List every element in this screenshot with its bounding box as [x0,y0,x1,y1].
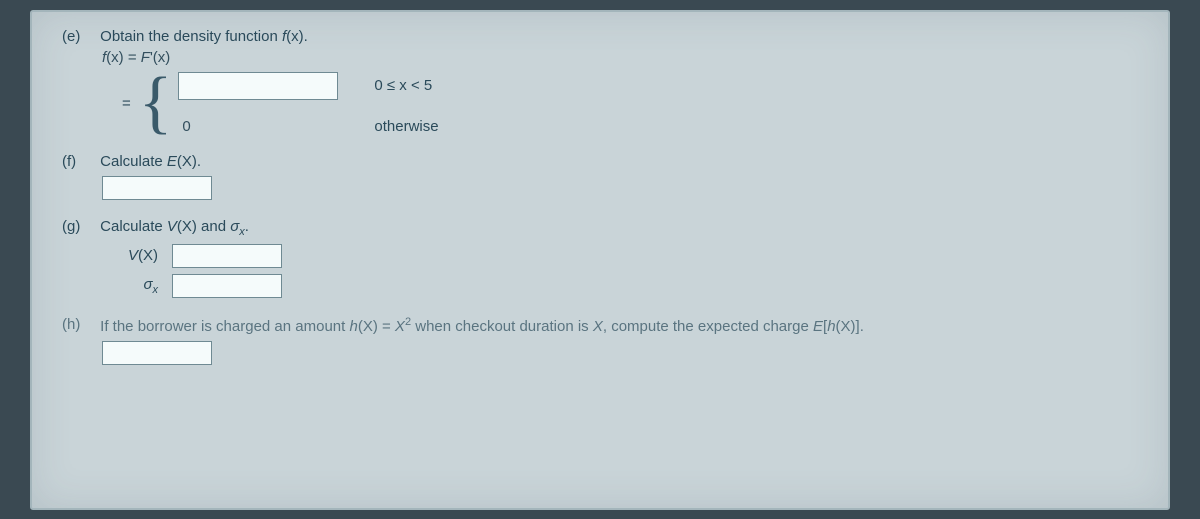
case-2: 0 otherwise [178,118,438,135]
t3: , compute the expected charge [603,318,813,335]
case2-condition: otherwise [374,118,438,135]
density-case1-input[interactable] [178,72,338,100]
part-e: (e) Obtain the density function f(x). f(… [62,28,1138,135]
text: Calculate [100,153,167,170]
text: Obtain the density function [100,28,282,45]
part-h: (h) If the borrower is charged an amount… [62,316,1138,365]
period: . [245,218,249,235]
h-fn: h [349,318,357,335]
sigmax-label: σx [102,276,172,296]
Xvar: X [593,318,603,335]
sigmax-input[interactable] [172,274,282,298]
t2: when checkout duration is [411,318,593,335]
part-e-equation: f(x) = F'(x) [102,49,1138,66]
v-arg: (X) [138,247,158,264]
case-1: 0 ≤ x < 5 [178,72,438,100]
fn-arg: (X). [177,153,201,170]
left-brace-icon: { [139,73,173,133]
t1: If the borrower is charged an amount [100,318,349,335]
ex-input[interactable] [102,176,212,200]
rhs-F: F [141,49,150,66]
equals-sign: = [122,95,131,112]
rhs-arg: '(x) [150,49,170,66]
part-f-label: (f) [62,153,96,170]
text: Calculate [100,218,167,235]
part-e-label: (e) [62,28,96,45]
sigmax-row: σx [102,274,1138,298]
part-f: (f) Calculate E(X). [62,153,1138,200]
worksheet-panel: (e) Obtain the density function f(x). f(… [30,10,1170,510]
piecewise-block: = { 0 ≤ x < 5 0 otherwise [122,72,1138,135]
ehx-input[interactable] [102,341,212,365]
v: V [128,247,138,264]
vx-label: V(X) [102,247,172,264]
sigma2-sub: x [153,284,159,296]
br_close: ]. [856,318,864,335]
sigma: σ [230,218,239,235]
part-f-answer-row [102,176,1138,200]
case2-value: 0 [178,118,338,135]
part-g-prompt: Calculate V(X) and σx. [100,218,249,238]
lhs-arg: (x) = [106,49,141,66]
E: E [813,318,823,335]
h2-arg: (X) [836,318,856,335]
part-e-prompt: Obtain the density function f(x). [100,28,308,45]
vx-input[interactable] [172,244,282,268]
h2: h [827,318,835,335]
vx-text: (X) and [177,218,230,235]
h-arg: (X) = [358,318,395,335]
part-f-prompt: Calculate E(X). [100,153,201,170]
case1-condition: 0 ≤ x < 5 [374,77,432,94]
cases: 0 ≤ x < 5 0 otherwise [178,72,438,135]
part-h-answer-row [102,341,1138,365]
vx-row: V(X) [102,244,1138,268]
fn-E: E [167,153,177,170]
part-g: (g) Calculate V(X) and σx. V(X) σx [62,218,1138,298]
fn-V: V [167,218,177,235]
part-g-label: (g) [62,218,96,235]
X: X [395,318,405,335]
part-h-label: (h) [62,316,96,333]
part-h-prompt: If the borrower is charged an amount h(X… [100,316,864,335]
sigma2: σ [143,276,152,293]
fn-arg: (x). [286,28,308,45]
